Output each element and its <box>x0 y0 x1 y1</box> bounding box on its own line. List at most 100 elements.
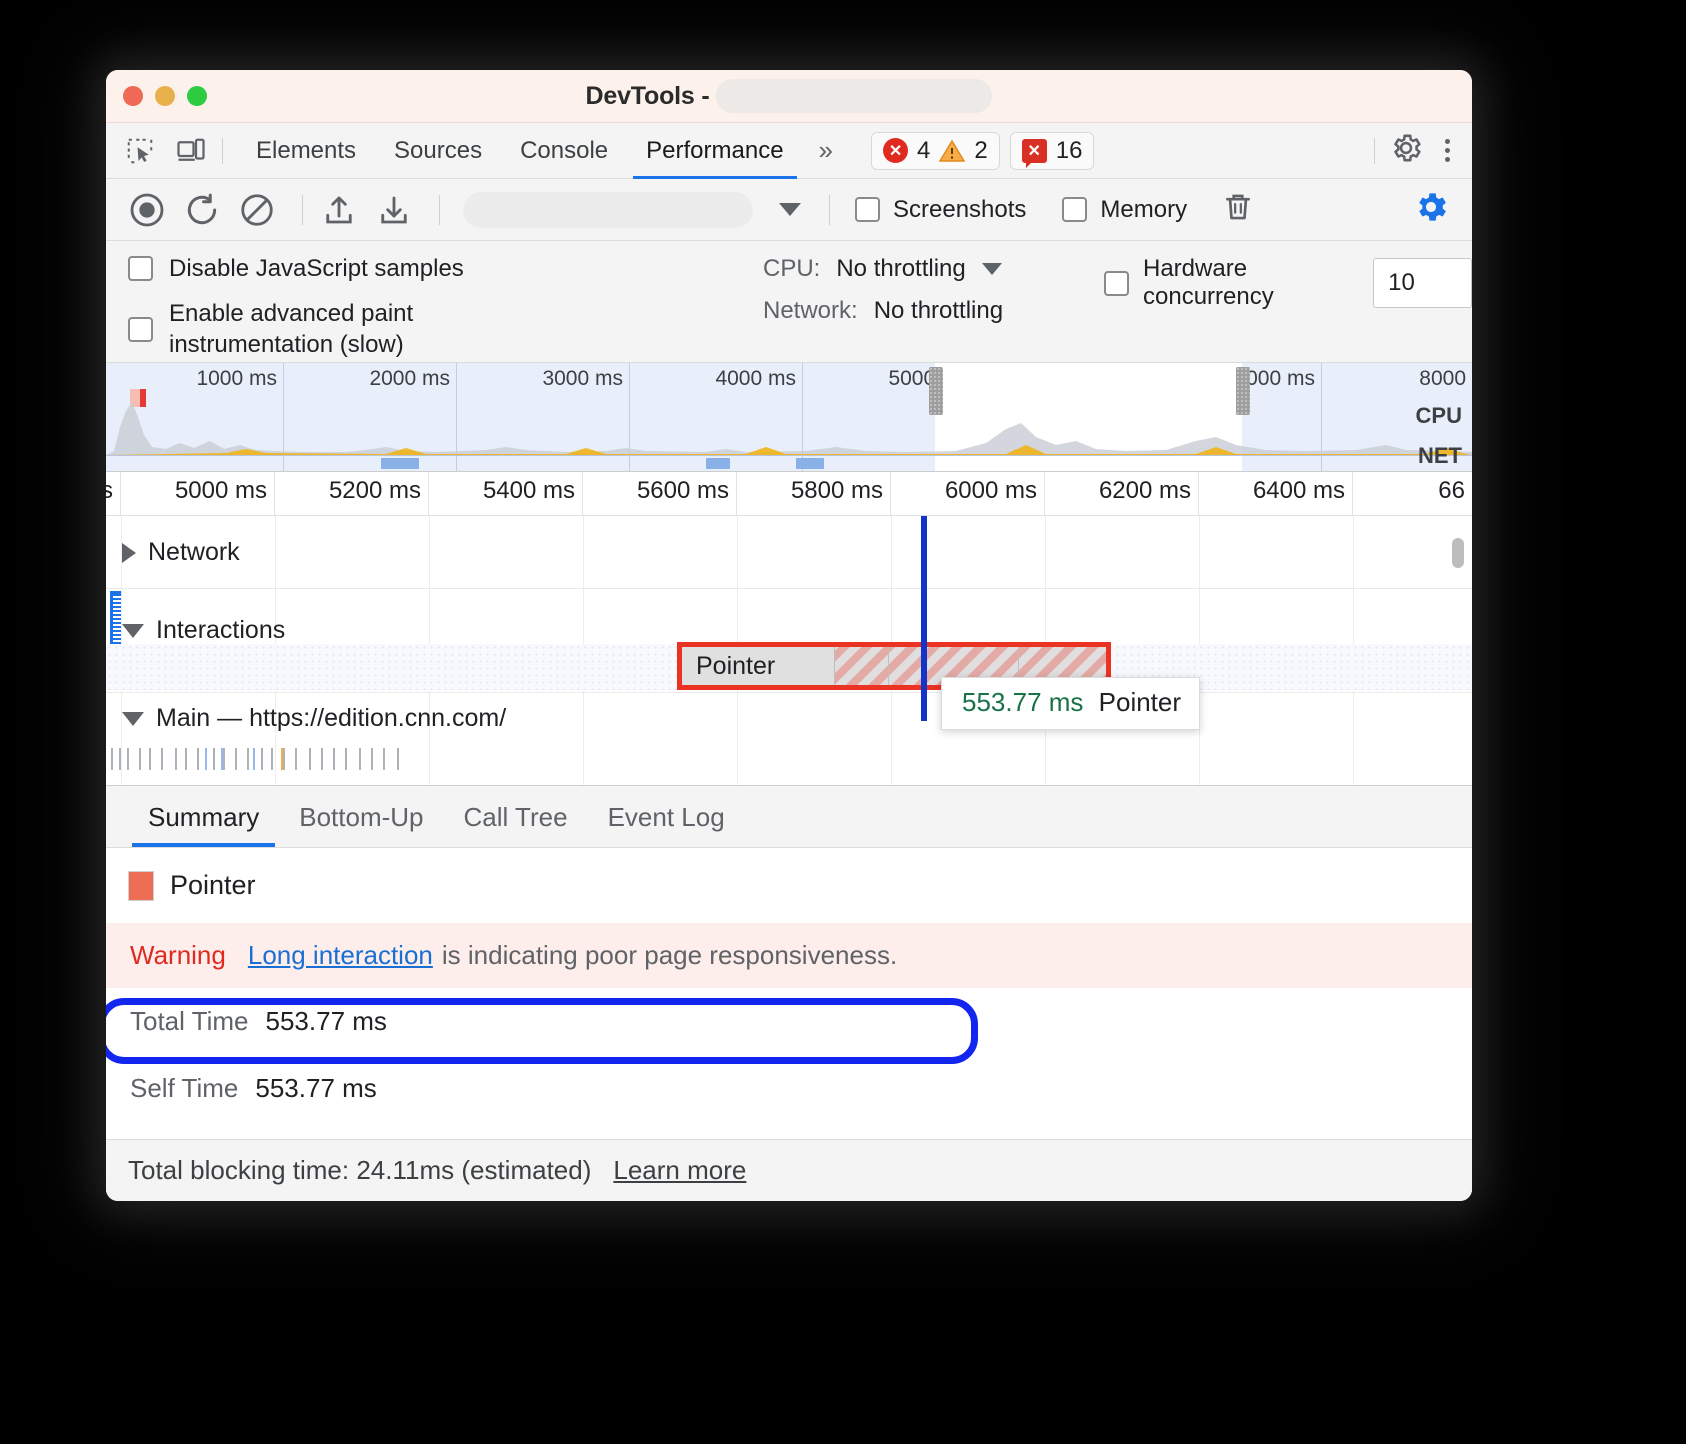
event-color-swatch <box>128 871 154 901</box>
overview-baseline <box>106 455 1472 456</box>
record-icon[interactable] <box>124 187 170 233</box>
long-interaction-link[interactable]: Long interaction <box>248 940 433 971</box>
error-count: 4 <box>917 137 930 165</box>
issue-icon: ✕ <box>1022 139 1047 163</box>
tab-console-label: Console <box>520 137 608 165</box>
overview-net-bar-2 <box>706 458 730 469</box>
tab-performance[interactable]: Performance <box>627 123 802 179</box>
window-title-container: DevTools - <box>106 70 1472 122</box>
gear-icon[interactable] <box>1389 131 1423 170</box>
detail-tick-7-label: 6200 ms <box>1099 477 1191 505</box>
window-title: DevTools - <box>586 82 710 111</box>
total-time-value: 553.77 ms <box>266 1006 387 1037</box>
detail-tick-5: 5800 ms <box>737 472 891 515</box>
issues-badge[interactable]: ✕ 16 <box>1010 132 1095 170</box>
tab-elements[interactable]: Elements <box>237 123 375 179</box>
pointer-tick-2 <box>888 647 889 685</box>
hardware-concurrency-checkbox[interactable] <box>1104 271 1129 296</box>
device-toolbar-icon[interactable] <box>174 134 208 168</box>
tab-elements-label: Elements <box>256 137 356 165</box>
advanced-paint-checkbox[interactable] <box>128 317 153 342</box>
timeline-playhead[interactable] <box>921 516 927 721</box>
overview-tick-0-label: 1000 ms <box>196 367 277 391</box>
network-label: Network: <box>763 297 858 325</box>
detail-tick-6: 6000 ms <box>891 472 1045 515</box>
capture-settings-icon[interactable] <box>1412 188 1450 231</box>
disable-js-samples-row[interactable]: Disable JavaScript samples <box>128 253 529 284</box>
track-divider-1 <box>106 588 1472 589</box>
tab-call-tree[interactable]: Call Tree <box>444 802 588 847</box>
more-tabs-chevron-icon[interactable]: » <box>803 135 845 166</box>
self-time-key: Self Time <box>130 1073 238 1104</box>
inspect-icon[interactable] <box>123 134 157 168</box>
hardware-concurrency-row[interactable]: Hardware concurrency 10 <box>1104 255 1472 311</box>
learn-more-link[interactable]: Learn more <box>613 1155 746 1186</box>
tooltip-duration: 553.77 ms <box>962 687 1083 717</box>
tab-console[interactable]: Console <box>501 123 627 179</box>
flamechart[interactable]: Network Interactions Pointer Main — http… <box>106 516 1472 786</box>
cpu-chevron-down-icon[interactable] <box>982 263 1002 275</box>
detail-tick-0-label: ms <box>106 477 113 505</box>
memory-checkbox-row[interactable]: Memory <box>1062 196 1187 224</box>
disable-js-samples-label: Disable JavaScript samples <box>169 253 464 284</box>
track-interactions[interactable]: Interactions <box>122 616 285 645</box>
advanced-paint-row[interactable]: Enable advanced paint instrumentation (s… <box>128 298 529 360</box>
kebab-menu-icon[interactable] <box>1427 139 1472 162</box>
detail-tick-5-label: 5800 ms <box>791 477 883 505</box>
detail-tick-9: 66 <box>1353 472 1472 515</box>
cpu-label: CPU: <box>763 255 820 283</box>
profile-selector-redacted[interactable] <box>463 192 753 228</box>
download-icon[interactable] <box>371 187 417 233</box>
status-bar: Total blocking time: 24.11ms (estimated)… <box>106 1139 1472 1201</box>
screenshots-label: Screenshots <box>893 196 1026 224</box>
cpu-throttling-row[interactable]: CPU: No throttling <box>763 255 1003 283</box>
detail-tick-2-label: 5200 ms <box>329 477 421 505</box>
hardware-concurrency-input[interactable]: 10 <box>1373 258 1472 308</box>
details-tabbar: Summary Bottom-Up Call Tree Event Log <box>106 786 1472 848</box>
detail-tick-0: ms <box>106 472 121 515</box>
detail-tick-9-label: 66 <box>1438 477 1465 505</box>
tab-event-log-label: Event Log <box>608 802 725 832</box>
delete-icon[interactable] <box>1221 190 1255 229</box>
throttling-controls: CPU: No throttling Network: No throttlin… <box>763 255 1003 339</box>
upload-icon[interactable] <box>316 187 362 233</box>
network-value[interactable]: No throttling <box>874 297 1003 325</box>
overview-tick-2-label: 3000 ms <box>542 367 623 391</box>
warning-row: Warning Long interaction is indicating p… <box>106 923 1472 988</box>
reload-and-record-icon[interactable] <box>179 187 225 233</box>
tab-performance-label: Performance <box>646 137 783 165</box>
screenshots-checkbox-row[interactable]: Screenshots <box>855 196 1026 224</box>
cpu-value[interactable]: No throttling <box>836 255 965 283</box>
disable-js-samples-checkbox[interactable] <box>128 256 153 281</box>
tab-event-log[interactable]: Event Log <box>588 802 745 847</box>
flamechart-scrollbar-thumb[interactable] <box>1452 538 1464 568</box>
advanced-paint-label: Enable advanced paint instrumentation (s… <box>169 298 529 360</box>
tabbar-right-controls <box>1360 131 1472 170</box>
overview-tick-3-label: 4000 ms <box>715 367 796 391</box>
devtools-tabbar: Elements Sources Console Performance » ✕… <box>106 123 1472 179</box>
clear-icon[interactable] <box>234 187 280 233</box>
screenshots-checkbox[interactable] <box>855 197 880 222</box>
tab-bottom-up[interactable]: Bottom-Up <box>279 802 443 847</box>
errors-warnings-badge[interactable]: ✕ 4 2 <box>871 132 1000 170</box>
tab-sources[interactable]: Sources <box>375 123 501 179</box>
chevron-down-icon[interactable] <box>779 203 801 216</box>
detail-tick-3-label: 5400 ms <box>483 477 575 505</box>
tab-call-tree-label: Call Tree <box>464 802 568 832</box>
devtools-window: DevTools - Elements Sources Console Perf… <box>106 70 1472 1201</box>
memory-checkbox[interactable] <box>1062 197 1087 222</box>
toolbar-divider-1 <box>302 195 303 225</box>
pointer-tick-1 <box>834 647 835 685</box>
track-network[interactable]: Network <box>122 538 240 567</box>
main-thread-activity-ticks <box>106 748 406 770</box>
tabbar-divider-2 <box>1374 138 1375 164</box>
chevron-down-icon-main[interactable] <box>122 712 144 726</box>
chevron-down-icon[interactable] <box>122 624 144 638</box>
track-main[interactable]: Main — https://edition.cnn.com/ <box>122 704 506 733</box>
pointer-event-label: Pointer <box>696 652 775 681</box>
tab-summary[interactable]: Summary <box>128 802 279 847</box>
self-time-value: 553.77 ms <box>255 1073 376 1104</box>
chevron-right-icon[interactable] <box>122 543 136 563</box>
network-throttling-row[interactable]: Network: No throttling <box>763 297 1003 325</box>
timeline-overview[interactable]: 1000 ms 2000 ms 3000 ms 4000 ms 5000 ms … <box>106 363 1472 472</box>
